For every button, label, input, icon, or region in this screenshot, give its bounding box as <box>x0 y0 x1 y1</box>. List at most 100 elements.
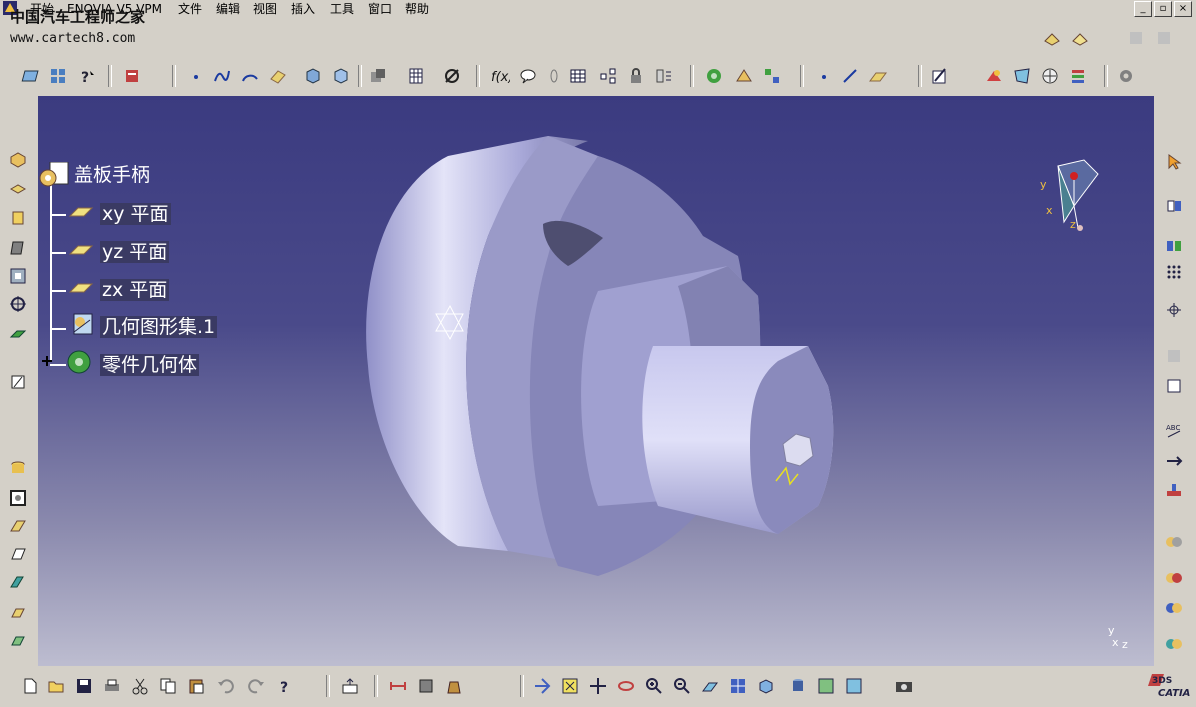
pan-icon[interactable] <box>1164 236 1184 256</box>
fillet-icon[interactable] <box>8 372 28 392</box>
lock-icon[interactable] <box>626 66 646 86</box>
disabled-view-icon[interactable] <box>1164 346 1184 366</box>
measure-item-icon[interactable] <box>416 676 436 696</box>
3d-viewport[interactable]: 盖板手柄 xy 平面 yz 平面 zx 平面 几何图形集.1 零件几何体 y x… <box>38 96 1154 666</box>
rib-icon[interactable] <box>8 324 28 344</box>
zoom-out-icon[interactable] <box>672 676 692 696</box>
pan-move-icon[interactable] <box>588 676 608 696</box>
material-4-icon[interactable] <box>1164 634 1184 654</box>
copy-icon[interactable] <box>158 676 178 696</box>
groove-icon[interactable] <box>8 238 28 258</box>
link-icon[interactable] <box>544 66 564 86</box>
arc-icon[interactable] <box>240 66 260 86</box>
print-icon[interactable] <box>102 676 122 696</box>
plane-icon[interactable] <box>68 242 94 261</box>
help-icon[interactable]: ? <box>276 676 296 696</box>
plane-tool-icon[interactable] <box>868 66 888 86</box>
fit-all-icon[interactable] <box>1164 196 1184 216</box>
undo-icon[interactable] <box>216 676 236 696</box>
analysis-icon[interactable] <box>442 66 462 86</box>
geometric-set-icon[interactable] <box>68 312 96 341</box>
paste-icon[interactable] <box>186 676 206 696</box>
table-icon[interactable] <box>568 66 588 86</box>
whats-this-icon[interactable]: ? <box>78 66 98 86</box>
sketcher-icon[interactable] <box>930 66 950 86</box>
disabled-tool-icon[interactable] <box>1126 28 1146 48</box>
multi-view-icon[interactable] <box>728 676 748 696</box>
save-icon[interactable] <box>74 676 94 696</box>
render-icon[interactable] <box>984 66 1004 86</box>
grid-table-icon[interactable] <box>406 66 426 86</box>
measure-between-icon[interactable] <box>388 676 408 696</box>
cube-view-icon[interactable] <box>302 66 322 86</box>
cut-icon[interactable] <box>130 676 150 696</box>
draft-icon[interactable] <box>8 516 28 536</box>
menu-window[interactable]: 窗口 <box>368 1 392 17</box>
zoom-in-icon[interactable] <box>644 676 664 696</box>
select-mode-icon[interactable] <box>1042 28 1062 48</box>
mass-icon[interactable] <box>444 676 464 696</box>
pattern-icon[interactable] <box>8 602 28 622</box>
point-2-icon[interactable] <box>814 66 834 86</box>
hide-show-icon[interactable] <box>816 676 836 696</box>
cylinder-icon[interactable] <box>8 458 28 478</box>
pocket-icon[interactable] <box>8 180 28 200</box>
iso-view-icon[interactable] <box>756 676 776 696</box>
parameter-icon[interactable] <box>654 66 674 86</box>
spline-icon[interactable] <box>212 66 232 86</box>
expand-plus-icon[interactable] <box>40 354 54 371</box>
formula-icon[interactable]: f(x) <box>490 66 510 86</box>
select-mode-2-icon[interactable] <box>1070 28 1090 48</box>
capture-camera-icon[interactable] <box>894 676 914 696</box>
apply-material-icon[interactable] <box>1164 532 1184 552</box>
disabled-tool-2-icon[interactable] <box>1154 28 1174 48</box>
open-folder-icon[interactable] <box>46 676 66 696</box>
shaft-icon[interactable] <box>8 208 28 228</box>
center-icon[interactable] <box>1164 300 1184 320</box>
menu-insert[interactable]: 插入 <box>291 1 315 17</box>
menu-file[interactable]: 文件 <box>178 1 202 17</box>
swap-visible-icon[interactable] <box>844 676 864 696</box>
tree-structure-icon[interactable] <box>598 66 618 86</box>
restore-button[interactable]: ▫ <box>1154 1 1172 17</box>
fly-mode-icon[interactable] <box>532 676 552 696</box>
shading-icon[interactable] <box>788 676 808 696</box>
hole-icon[interactable] <box>8 266 28 286</box>
tree-item-zx-plane[interactable]: zx 平面 <box>100 279 170 301</box>
normal-view-plane-icon[interactable] <box>700 676 720 696</box>
mirror-icon[interactable] <box>8 572 28 592</box>
new-file-icon[interactable] <box>20 676 40 696</box>
minimize-button[interactable]: _ <box>1134 1 1152 17</box>
comment-icon[interactable] <box>518 66 538 86</box>
surface-render-icon[interactable] <box>1012 66 1032 86</box>
menu-tools[interactable]: 工具 <box>330 1 354 17</box>
tree-item-part-body[interactable]: 零件几何体 <box>100 354 200 376</box>
surface-icon[interactable] <box>268 66 288 86</box>
root-part-icon[interactable] <box>38 161 72 193</box>
cube-view-2-icon[interactable] <box>330 66 350 86</box>
material-icon[interactable] <box>1040 66 1060 86</box>
redo-icon[interactable] <box>246 676 266 696</box>
pad-icon[interactable] <box>8 150 28 170</box>
layers-icon[interactable] <box>1068 66 1088 86</box>
assembly-icon[interactable] <box>762 66 782 86</box>
part-body-icon[interactable] <box>64 348 94 379</box>
annotation-icon[interactable]: ABC <box>1164 420 1184 440</box>
line-icon[interactable] <box>840 66 860 86</box>
scaling-icon[interactable] <box>8 630 28 650</box>
fit-all-in-icon[interactable] <box>560 676 580 696</box>
menu-help[interactable]: 帮助 <box>405 1 429 17</box>
menu-view[interactable]: 视图 <box>253 1 277 17</box>
part-design-icon[interactable] <box>704 66 724 86</box>
plane-icon[interactable] <box>68 204 94 223</box>
thickness-icon[interactable] <box>8 488 28 508</box>
tree-root-label[interactable]: 盖板手柄 <box>74 164 150 186</box>
boolean-icon[interactable] <box>368 66 388 86</box>
compass[interactable]: y x z <box>1034 156 1104 236</box>
shell-icon[interactable] <box>8 544 28 564</box>
update-icon[interactable] <box>340 676 360 696</box>
catalog-icon[interactable] <box>122 66 142 86</box>
part-model[interactable] <box>38 96 1154 666</box>
select-arrow-icon[interactable] <box>1164 152 1184 172</box>
measure-icon[interactable] <box>1164 480 1184 500</box>
